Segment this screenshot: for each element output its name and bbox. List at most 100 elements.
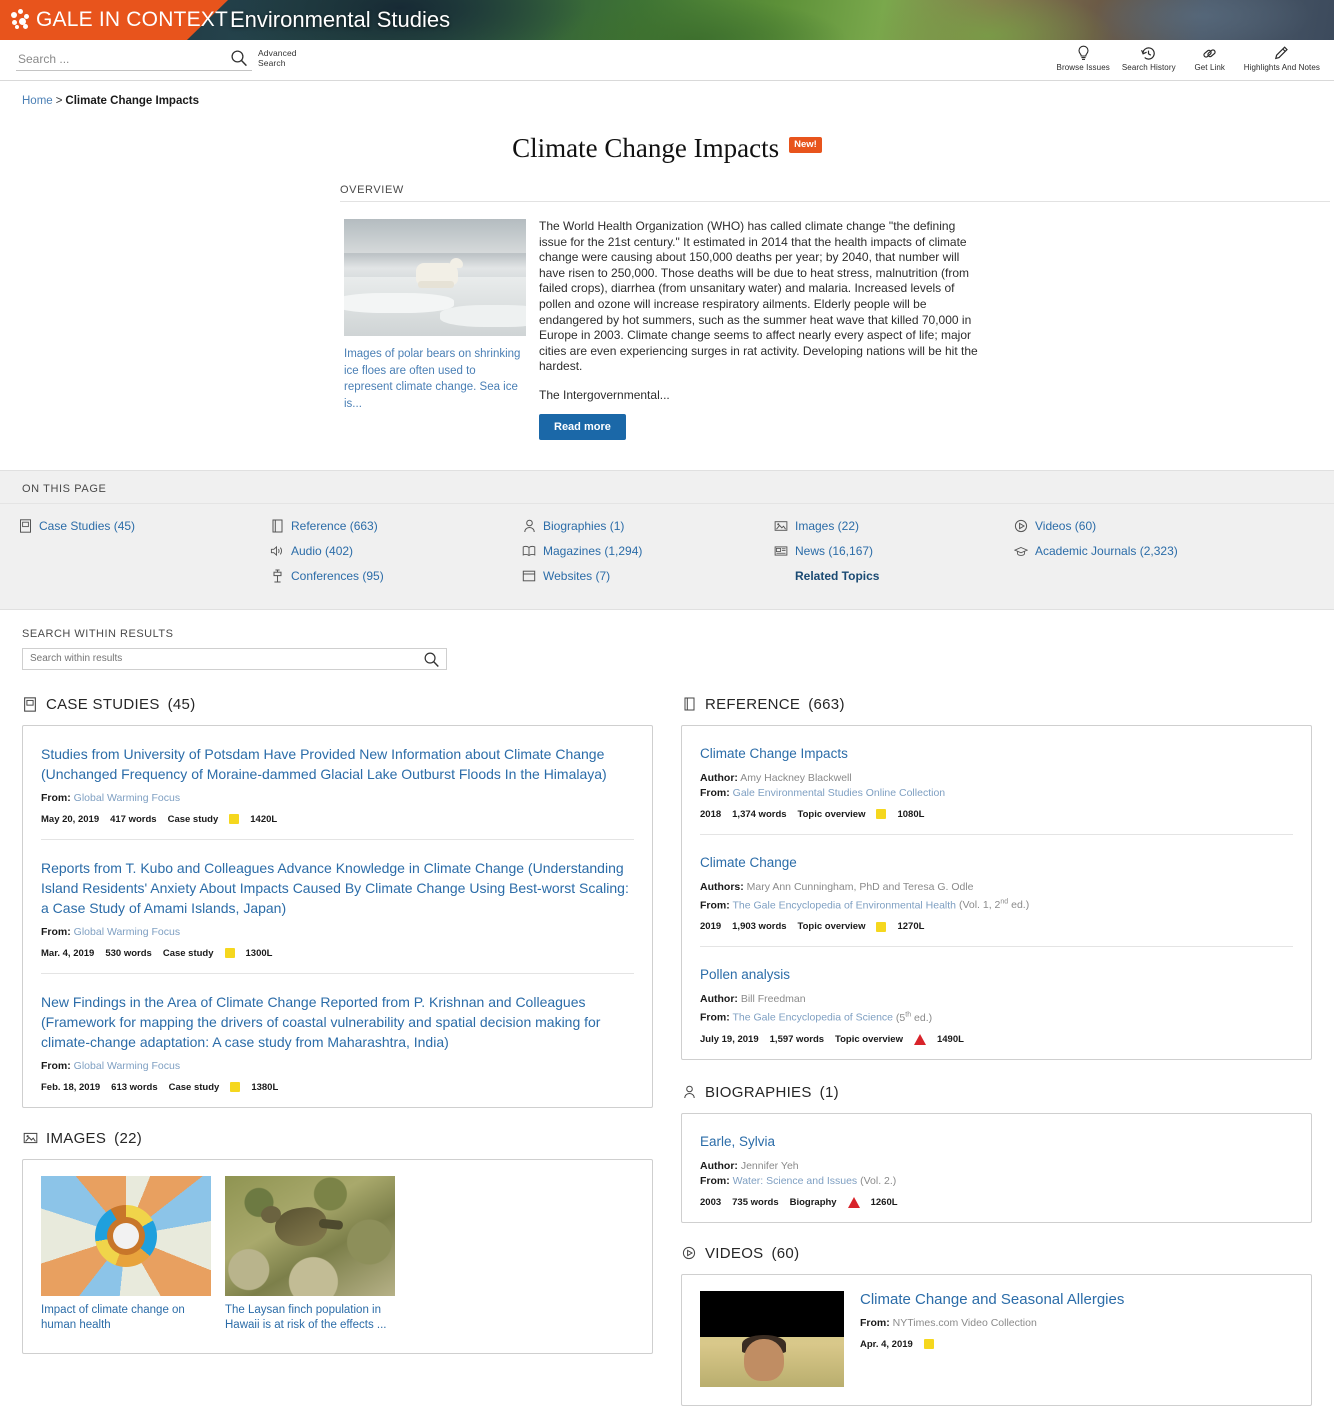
result-title[interactable]: Reports from T. Kubo and Colleagues Adva…	[41, 858, 634, 918]
otp-item-case-studies[interactable]: Case Studies (45)	[18, 514, 270, 539]
section-heading-case-studies: CASE STUDIES (45)	[22, 696, 653, 713]
tool-label: Get Link	[1194, 63, 1226, 72]
otp-label: Academic Journals (2,323)	[1035, 544, 1178, 559]
result-meta-pills: 2019 1,903 words Topic overview 1270L	[700, 921, 1293, 932]
graduation-cap-icon	[1014, 544, 1028, 558]
on-this-page-column-1: Case Studies (45)	[18, 514, 270, 589]
from-label: From:	[700, 1011, 730, 1024]
tool-get-link[interactable]: Get Link	[1182, 43, 1238, 72]
image-caption[interactable]: Impact of climate change on human health	[41, 1303, 211, 1333]
result-source-line: From: Global Warming Focus	[41, 1059, 634, 1074]
result-word-count: 613 words	[111, 1081, 158, 1093]
results-left-column: CASE STUDIES (45) Studies from Universit…	[22, 696, 653, 1406]
tool-search-history[interactable]: Search History	[1116, 43, 1182, 72]
source-name[interactable]: The Gale Encyclopedia of Science	[732, 1012, 893, 1024]
otp-label: Reference (663)	[291, 519, 378, 534]
result-title[interactable]: Pollen analysis	[700, 965, 1293, 985]
search-box[interactable]	[16, 47, 252, 71]
overview-image-caption[interactable]: Images of polar bears on shrinking ice f…	[344, 346, 526, 412]
results-area: CASE STUDIES (45) Studies from Universit…	[0, 670, 1334, 1406]
otp-item-news[interactable]: News (16,167)	[774, 539, 1014, 564]
source-name[interactable]: The Gale Encyclopedia of Environmental H…	[732, 899, 956, 911]
result-lexile: 1380L	[251, 1081, 279, 1093]
on-this-page-column-2: Reference (663) Audio (402) Conferences …	[270, 514, 522, 589]
otp-item-related-topics[interactable]: Related Topics	[774, 564, 1014, 589]
list-item[interactable]: Impact of climate change on human health	[41, 1175, 211, 1333]
otp-item-audio[interactable]: Audio (402)	[270, 539, 522, 564]
otp-item-images[interactable]: Images (22)	[774, 514, 1014, 539]
brand-logo[interactable]: GALE IN CONTEXT	[0, 0, 228, 40]
from-label: From:	[860, 1316, 890, 1329]
result-title[interactable]: New Findings in the Area of Climate Chan…	[41, 992, 634, 1052]
otp-item-academic-journals[interactable]: Academic Journals (2,323)	[1014, 539, 1266, 564]
otp-item-conferences[interactable]: Conferences (95)	[270, 564, 522, 589]
search-within-results-icon[interactable]	[423, 651, 440, 673]
overview-section: OVERVIEW Images of polar bears on shrink…	[0, 164, 1334, 440]
source-edition: (5th ed.)	[895, 1011, 933, 1024]
otp-item-biographies[interactable]: Biographies (1)	[522, 514, 774, 539]
result-title[interactable]: Studies from University of Potsdam Have …	[41, 744, 634, 784]
news-icon	[774, 544, 788, 558]
from-label: From:	[700, 786, 730, 799]
result-meta-pills: 2003 735 words Biography 1260L	[700, 1196, 1293, 1208]
person-icon	[681, 1084, 697, 1100]
result-content-type: Case study	[168, 1081, 220, 1093]
search-within-results-box[interactable]	[22, 647, 447, 673]
advanced-search-link[interactable]: Advanced Search	[258, 48, 297, 68]
read-more-button[interactable]: Read more	[539, 413, 626, 440]
top-toolbar: Advanced Search Browse Issues Search His…	[0, 40, 1334, 81]
image-thumbnail-laysan-finch[interactable]	[225, 1175, 395, 1296]
result-author-line: Author: Amy Hackney Blackwell	[700, 771, 1293, 786]
result-title[interactable]: Climate Change	[700, 853, 1293, 873]
from-label: From:	[700, 1174, 730, 1187]
result-author-line: Authors: Mary Ann Cunningham, PhD and Te…	[700, 880, 1293, 895]
result-meta-pills: May 20, 2019 417 words Case study 1420L	[41, 814, 634, 825]
source-edition: (Vol. 1, 2nd ed.)	[958, 898, 1030, 912]
overview-image-polar-bear[interactable]	[344, 219, 526, 336]
list-item: Earle, Sylvia Author: Jennifer Yeh From:…	[700, 1114, 1293, 1222]
result-title[interactable]: Climate Change Impacts	[700, 744, 1293, 764]
author-label: Author:	[700, 1159, 738, 1172]
image-caption[interactable]: The Laysan finch population in Hawaii is…	[225, 1303, 395, 1333]
list-item: Reports from T. Kubo and Colleagues Adva…	[41, 840, 634, 974]
source-name[interactable]: Global Warming Focus	[74, 1060, 180, 1072]
otp-item-reference[interactable]: Reference (663)	[270, 514, 522, 539]
search-within-results-input[interactable]	[28, 652, 418, 666]
otp-label: Websites (7)	[543, 569, 611, 584]
reference-book-icon	[270, 519, 284, 533]
source-name[interactable]: Water: Science and Issues	[733, 1175, 858, 1187]
image-thumbnail-climate-health-wheel[interactable]	[41, 1175, 211, 1296]
tool-highlights-and-notes[interactable]: Highlights And Notes	[1238, 43, 1326, 72]
breadcrumb-home[interactable]: Home	[22, 95, 53, 107]
otp-item-websites[interactable]: Websites (7)	[522, 564, 774, 589]
source-name[interactable]: Global Warming Focus	[74, 792, 180, 804]
list-item[interactable]: The Laysan finch population in Hawaii is…	[225, 1175, 395, 1333]
gale-starburst-icon	[10, 9, 32, 31]
section-heading-videos: VIDEOS (60)	[681, 1245, 1312, 1262]
from-label: From:	[700, 899, 730, 912]
result-title[interactable]: Earle, Sylvia	[700, 1132, 1293, 1152]
result-lexile: 1420L	[250, 813, 278, 825]
source-name[interactable]: Global Warming Focus	[74, 926, 180, 938]
search-input[interactable]	[16, 50, 216, 67]
image-icon	[774, 519, 788, 533]
biographies-card: Earle, Sylvia Author: Jennifer Yeh From:…	[681, 1112, 1312, 1223]
search-icon[interactable]	[230, 49, 248, 67]
section-heading-biographies: BIOGRAPHIES (1)	[681, 1084, 1312, 1101]
videos-card: Climate Change and Seasonal Allergies Fr…	[681, 1273, 1312, 1406]
result-word-count: 735 words	[732, 1196, 779, 1208]
otp-item-magazines[interactable]: Magazines (1,294)	[522, 539, 774, 564]
video-thumbnail[interactable]	[700, 1290, 844, 1387]
result-content-type: Topic overview	[797, 921, 866, 933]
site-banner: GALE IN CONTEXT Environmental Studies	[0, 0, 1334, 40]
result-title[interactable]: Climate Change and Seasonal Allergies	[860, 1291, 1293, 1308]
website-icon	[522, 569, 536, 583]
tool-browse-issues[interactable]: Browse Issues	[1051, 43, 1116, 72]
author-name: Bill Freedman	[740, 993, 806, 1006]
on-this-page-label: ON THIS PAGE	[0, 483, 1334, 504]
otp-item-videos[interactable]: Videos (60)	[1014, 514, 1266, 539]
source-name[interactable]: Gale Environmental Studies Online Collec…	[733, 787, 945, 799]
product-name: Environmental Studies	[230, 7, 451, 32]
overview-paragraph: The World Health Organization (WHO) has …	[539, 219, 978, 374]
page-title: Climate Change Impacts	[512, 133, 780, 163]
